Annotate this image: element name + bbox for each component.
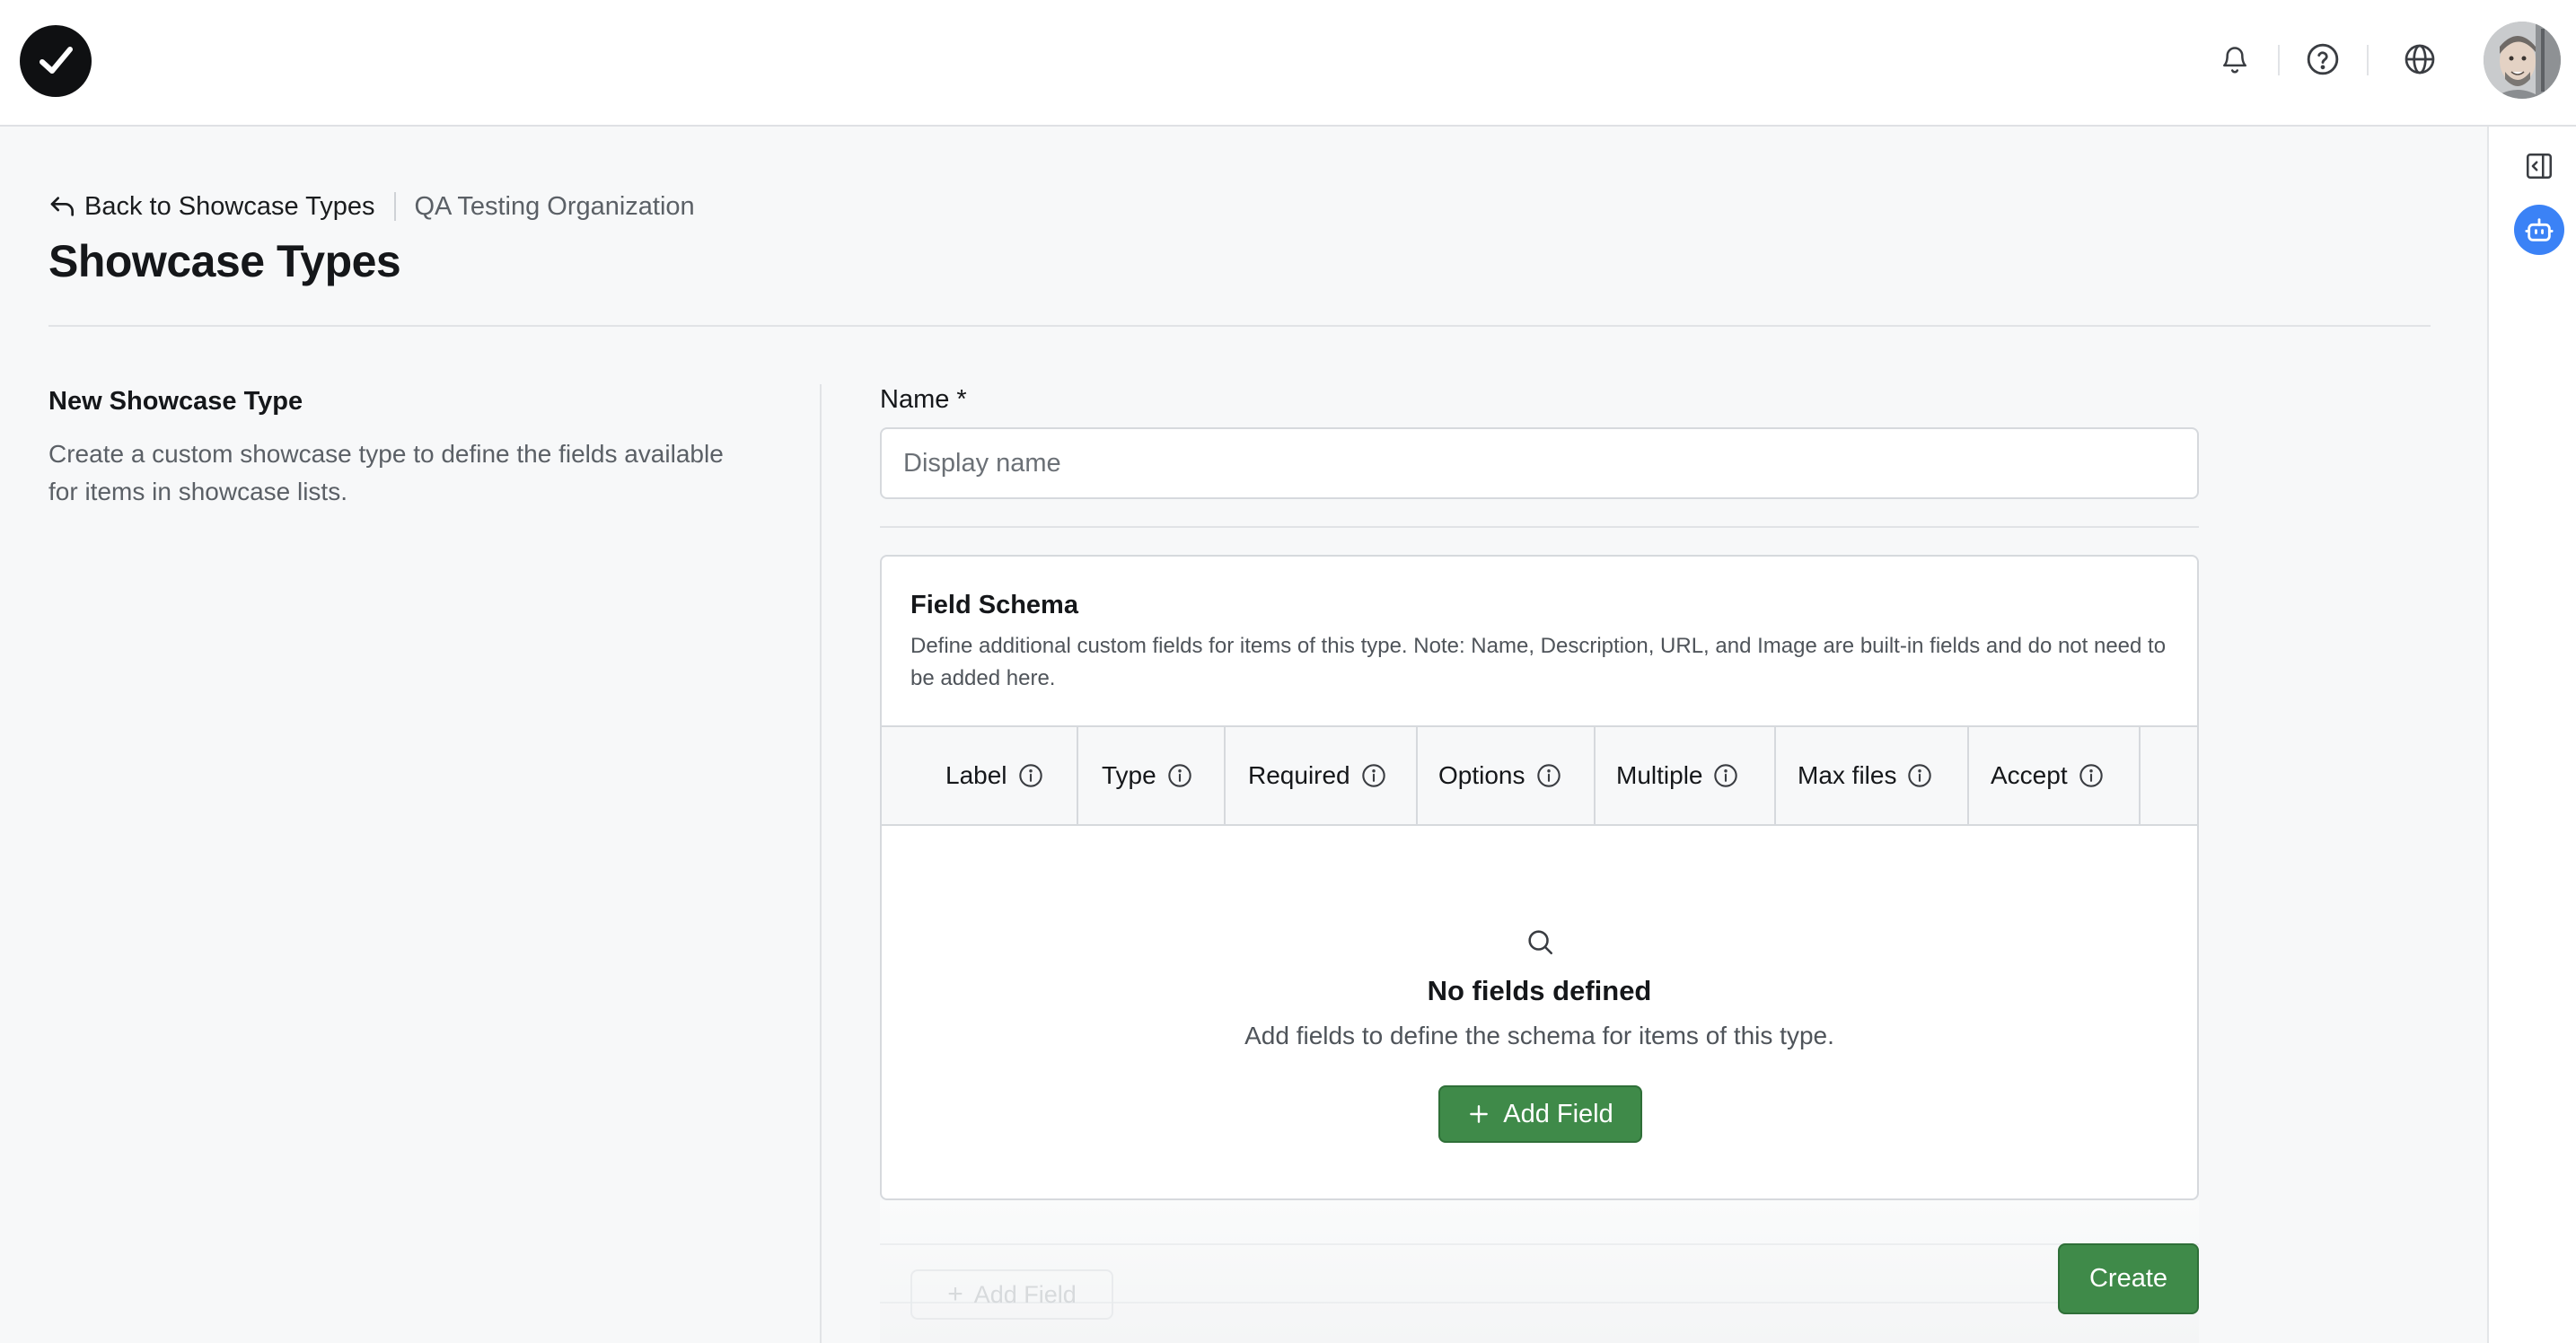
page-title: Showcase Types xyxy=(48,236,401,286)
add-field-button[interactable]: Add Field xyxy=(1438,1085,1642,1143)
name-input[interactable] xyxy=(880,427,2199,499)
column-header-text: Multiple xyxy=(1616,761,1703,789)
column-header-text: Required xyxy=(1248,761,1350,789)
search-icon xyxy=(1525,926,1555,961)
column-separator xyxy=(1416,727,1418,824)
undo-arrow-icon xyxy=(50,197,74,216)
column-separator xyxy=(1594,727,1596,824)
info-icon[interactable] xyxy=(1536,763,1561,788)
column-header-max-files[interactable]: Max files xyxy=(1798,727,1932,824)
ghost-add-field-label: Add Field xyxy=(973,1280,1077,1308)
empty-state-description: Add fields to define the schema for item… xyxy=(1244,1022,1834,1049)
column-separator xyxy=(1077,727,1078,824)
column-header-text: Type xyxy=(1102,761,1156,789)
breadcrumb-organization: QA Testing Organization xyxy=(414,191,695,221)
ghost-add-field-button: + Add Field xyxy=(910,1269,1113,1320)
info-icon[interactable] xyxy=(1713,763,1738,788)
column-header-type[interactable]: Type xyxy=(1102,727,1192,824)
section-heading: New Showcase Type xyxy=(48,387,303,416)
column-header-text: Label xyxy=(945,761,1007,789)
empty-state-title: No fields defined xyxy=(1427,975,1652,1006)
back-link-label: Back to Showcase Types xyxy=(84,191,375,221)
info-icon[interactable] xyxy=(1167,763,1192,788)
bell-icon[interactable] xyxy=(2215,40,2255,79)
column-header-multiple[interactable]: Multiple xyxy=(1616,727,1738,824)
form-divider xyxy=(880,526,2199,528)
checkmark-logo-icon[interactable] xyxy=(20,25,92,97)
user-avatar[interactable] xyxy=(2484,22,2561,99)
top-bar xyxy=(0,0,2576,127)
info-icon[interactable] xyxy=(1018,763,1043,788)
field-schema-description: Define additional custom fields for item… xyxy=(910,634,2167,690)
breadcrumb: Back to Showcase Types QA Testing Organi… xyxy=(48,189,695,224)
column-header-text: Max files xyxy=(1798,761,1897,789)
name-label: Name * xyxy=(880,385,967,414)
column-separator xyxy=(2139,727,2141,824)
breadcrumb-separator xyxy=(394,192,397,221)
plus-icon: + xyxy=(947,1279,963,1309)
column-header-text: Options xyxy=(1438,761,1525,789)
add-field-button-label: Add Field xyxy=(1503,1099,1613,1128)
section-description: Create a custom showcase type to define … xyxy=(48,440,724,505)
topbar-separator xyxy=(2367,45,2369,75)
topbar-separator xyxy=(2278,45,2280,75)
column-separator xyxy=(1967,727,1969,824)
column-header-text: Accept xyxy=(1991,761,2068,789)
field-schema-card: Field Schema Define additional custom fi… xyxy=(880,555,2199,1200)
help-circle-icon[interactable] xyxy=(2303,40,2343,79)
column-header-label[interactable]: Label xyxy=(945,727,1043,824)
column-header-options[interactable]: Options xyxy=(1438,727,1561,824)
column-header-required[interactable]: Required xyxy=(1248,727,1386,824)
back-to-showcase-types-link[interactable]: Back to Showcase Types xyxy=(48,192,374,222)
create-button[interactable]: Create xyxy=(2058,1243,2199,1314)
footer-ghost-divider xyxy=(880,1243,2199,1245)
column-divider xyxy=(820,384,822,1343)
info-icon[interactable] xyxy=(2079,763,2104,788)
panel-toggle-icon[interactable] xyxy=(2523,150,2555,182)
column-separator xyxy=(1774,727,1776,824)
field-schema-table-header: Label Type Required Options Multiple Max… xyxy=(882,725,2197,826)
header-divider xyxy=(48,325,2431,327)
field-schema-title: Field Schema xyxy=(910,591,1078,619)
info-icon[interactable] xyxy=(1361,763,1386,788)
globe-icon[interactable] xyxy=(2400,40,2440,79)
column-separator xyxy=(1224,727,1226,824)
column-header-accept[interactable]: Accept xyxy=(1991,727,2104,824)
bot-assistant-icon[interactable] xyxy=(2514,205,2564,255)
plus-icon xyxy=(1470,1105,1489,1123)
right-rail xyxy=(2487,127,2576,1343)
info-icon[interactable] xyxy=(1907,763,1932,788)
